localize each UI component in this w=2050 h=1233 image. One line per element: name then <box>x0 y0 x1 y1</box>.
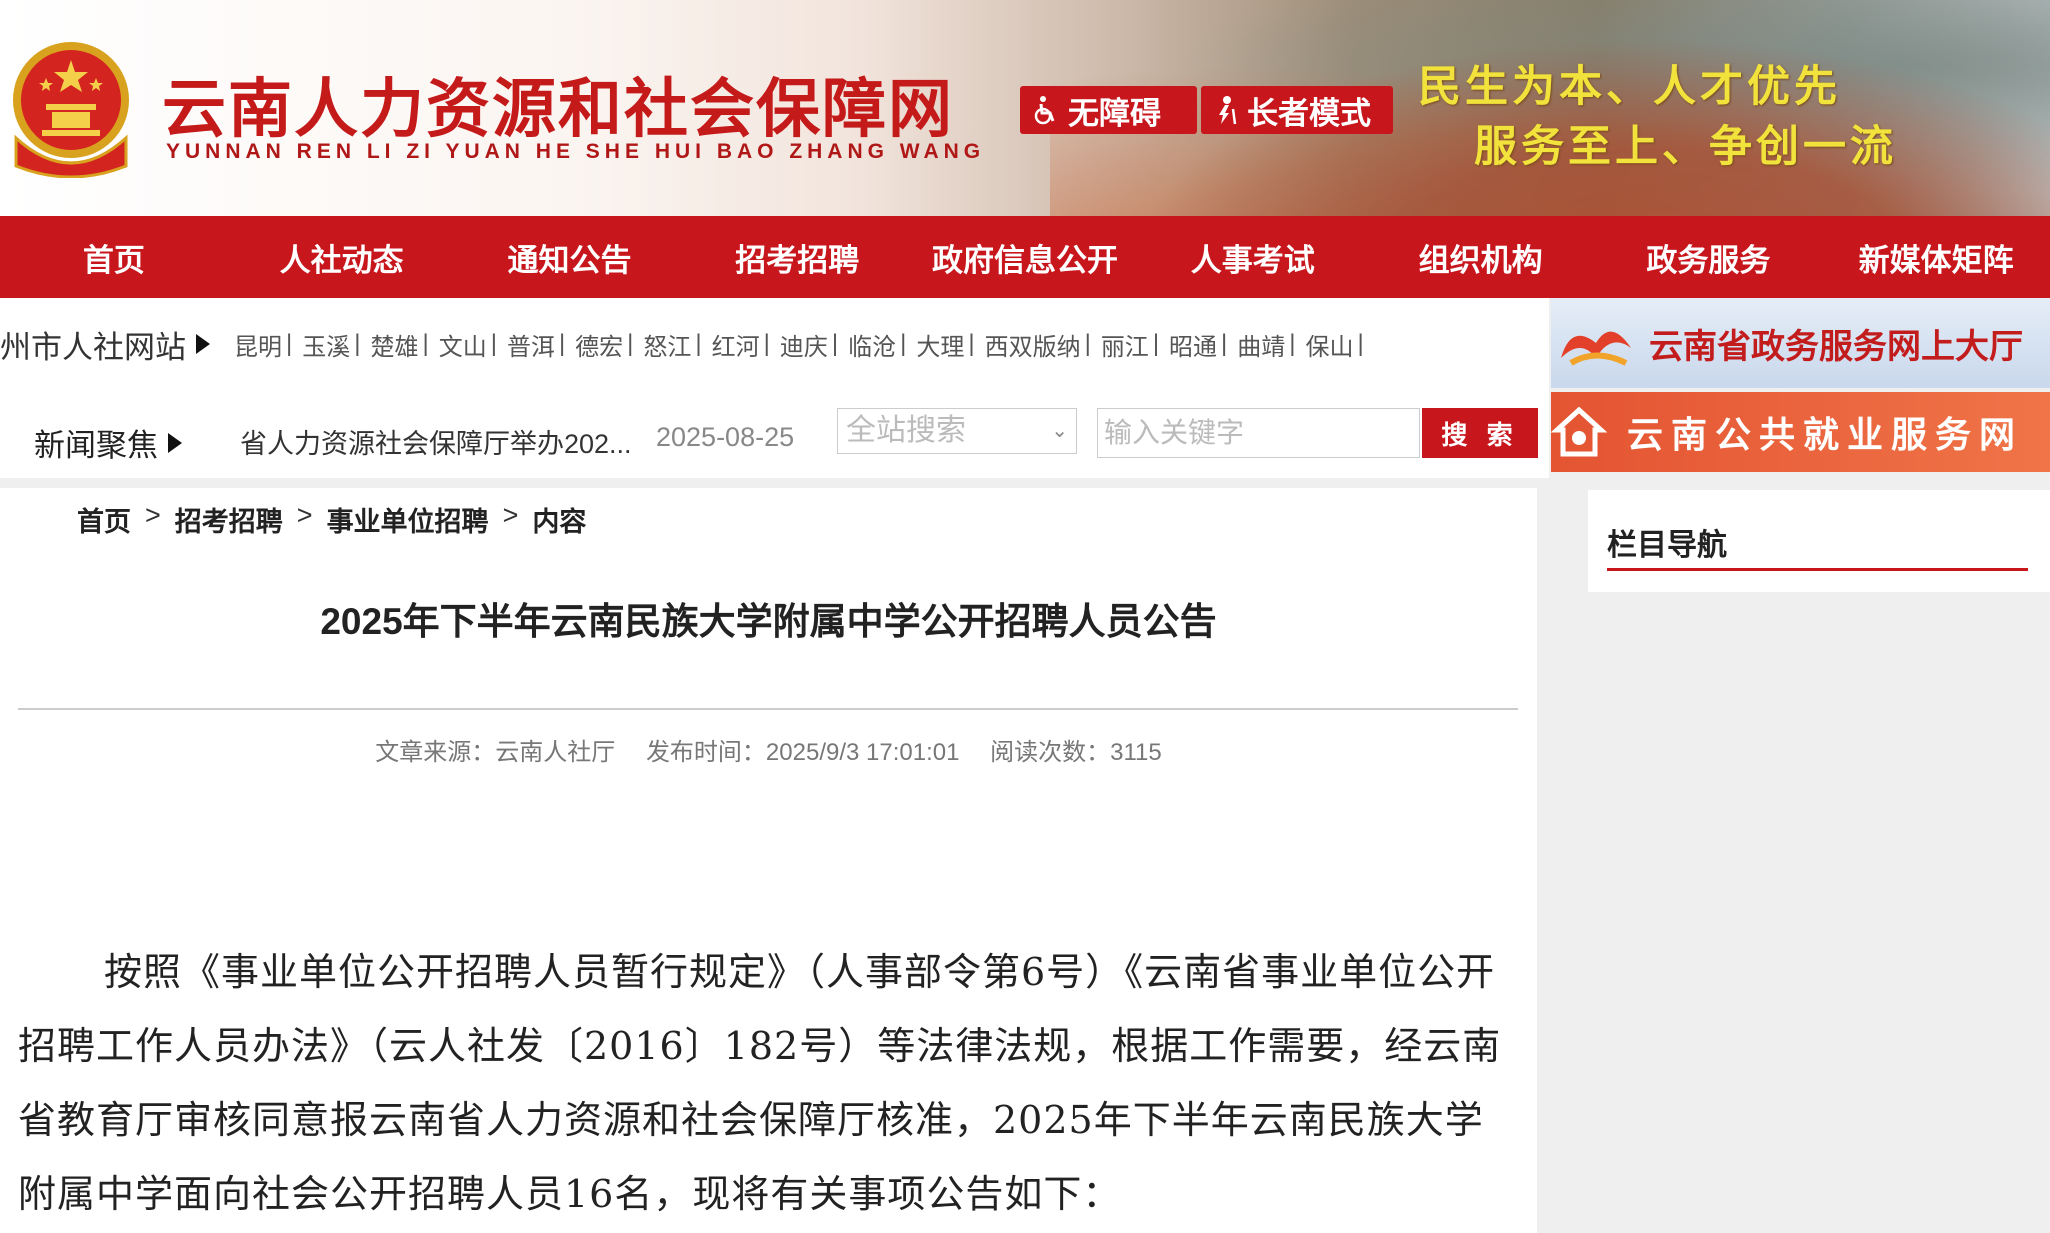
slogan-line-1: 民生为本、人才优先 <box>1418 62 1841 112</box>
city-link-qujing[interactable]: 曲靖 <box>1237 327 1285 362</box>
elder-mode-label: 长者模式 <box>1247 95 1371 131</box>
accessibility-button[interactable]: 无障碍 <box>1020 86 1197 134</box>
city-sites-bar: 州市人社网站 昆明 | 玉溪 | 楚雄 | 文山 | 普洱 | 德宏 | 怒江 | 红河 | 迪… <box>0 298 1549 390</box>
separator: | <box>490 330 497 357</box>
search-input[interactable] <box>1097 408 1420 458</box>
city-link-kunming[interactable]: 昆明 <box>234 327 282 362</box>
article-title: 2025年下半年云南民族大学附属中学公开招聘人员公告 <box>320 601 1217 642</box>
main-nav: 首页 人社动态 通知公告 招考招聘 政府信息公开 人事考试 组织机构 政务服务 … <box>0 216 2050 298</box>
article-body-paragraph: 按照《事业单位公开招聘人员暂行规定》（人事部令第6号）《云南省事业单位公开招聘工… <box>18 950 1502 1216</box>
city-link-honghe[interactable]: 红河 <box>712 327 760 362</box>
separator: | <box>1221 330 1228 357</box>
separator: | <box>968 330 975 357</box>
breadcrumb-home[interactable]: 首页 <box>77 500 131 539</box>
city-sites-heading: 州市人社网站 <box>0 322 234 367</box>
accessibility-label: 无障碍 <box>1068 95 1161 131</box>
article-meta: 文章来源：云南人社厅 发布时间：2025/9/3 17:01:01 阅读次数：3… <box>0 732 1537 767</box>
separator: | <box>286 330 293 357</box>
separator: | <box>627 330 634 357</box>
breadcrumb-institution-recruitment[interactable]: 事业单位招聘 <box>327 500 489 539</box>
separator: | <box>1357 330 1364 357</box>
divider <box>18 708 1518 710</box>
site-name-cn: 云南人力资源和社会保障网 <box>162 72 954 147</box>
separator: | <box>422 330 429 357</box>
city-sites-title: 州市人社网站 <box>0 329 186 365</box>
city-link-dali[interactable]: 大理 <box>916 327 964 362</box>
triangle-right-icon <box>168 432 182 453</box>
city-link-chuxiong[interactable]: 楚雄 <box>370 327 418 362</box>
home-logo-icon <box>1551 406 1607 457</box>
city-link-lijiang[interactable]: 丽江 <box>1101 327 1149 362</box>
nav-item-organization[interactable]: 组织机构 <box>1367 216 1595 298</box>
breadcrumb: 首页 > 招考招聘 > 事业单位招聘 > 内容 <box>77 500 586 539</box>
nav-item-news[interactable]: 人社动态 <box>228 216 456 298</box>
city-link-yuxi[interactable]: 玉溪 <box>302 327 350 362</box>
nav-item-recruitment[interactable]: 招考招聘 <box>683 216 911 298</box>
nav-item-gov-info[interactable]: 政府信息公开 <box>911 216 1139 298</box>
search-scope-select[interactable]: 全站搜索 ⌄ <box>837 408 1077 454</box>
news-focus-heading: 新闻聚焦 <box>34 420 182 465</box>
city-link-lincang[interactable]: 临沧 <box>848 327 896 362</box>
nav-item-services[interactable]: 政务服务 <box>1594 216 1822 298</box>
separator: | <box>1289 330 1296 357</box>
gov-service-banner-text: 云南省政务服务网上大厅 <box>1649 326 2023 367</box>
search-scope-value: 全站搜索 <box>846 414 966 447</box>
elder-icon <box>1219 96 1237 125</box>
separator: | <box>558 330 566 357</box>
elder-mode-button[interactable]: 长者模式 <box>1201 86 1393 134</box>
nav-item-home[interactable]: 首页 <box>0 216 228 298</box>
news-focus-title: 新闻聚焦 <box>34 428 158 463</box>
city-link-wenshan[interactable]: 文山 <box>439 327 487 362</box>
city-link-nujiang[interactable]: 怒江 <box>643 327 691 362</box>
separator: | <box>763 330 770 357</box>
site-name-en: YUNNAN REN LI ZI YUAN HE SHE HUI BAO ZHA… <box>166 140 986 163</box>
employment-service-banner[interactable]: 云南公共就业服务网 <box>1551 392 2050 472</box>
news-date: 2025-08-25 <box>656 422 795 452</box>
separator: | <box>1152 330 1160 357</box>
separator: | <box>1084 330 1091 357</box>
breadcrumb-separator: > <box>502 500 519 530</box>
triangle-right-icon <box>196 334 210 354</box>
gov-service-logo-icon <box>1561 331 1631 366</box>
gov-service-banner[interactable]: 云南省政务服务网上大厅 <box>1551 298 2050 388</box>
breadcrumb-separator: > <box>296 500 313 530</box>
separator: | <box>695 330 702 357</box>
article-source: 文章来源：云南人社厅 <box>375 739 616 766</box>
sidebar-title-underline <box>1607 568 2028 571</box>
separator: | <box>831 330 839 357</box>
breadcrumb-separator: > <box>145 500 161 530</box>
separator: | <box>354 330 361 357</box>
city-link-baoshan[interactable]: 保山 <box>1306 327 1354 362</box>
chevron-down-icon: ⌄ <box>1051 420 1068 442</box>
wheelchair-icon <box>1034 96 1055 125</box>
site-header: 云南人力资源和社会保障网 YUNNAN REN LI ZI YUAN HE SH… <box>0 0 2050 216</box>
city-link-zhaotong[interactable]: 昭通 <box>1169 327 1217 362</box>
national-emblem-icon <box>13 42 129 178</box>
breadcrumb-current: 内容 <box>532 507 587 537</box>
search-button[interactable]: 搜 索 <box>1422 408 1538 458</box>
article-publish-time: 发布时间：2025/9/3 17:01:01 <box>645 739 960 766</box>
nav-item-exams[interactable]: 人事考试 <box>1139 216 1367 298</box>
separator: | <box>900 330 907 357</box>
city-link-diqing[interactable]: 迪庆 <box>780 327 828 362</box>
slogan-line-2: 服务至上、争创一流 <box>1474 122 1897 172</box>
nav-item-new-media[interactable]: 新媒体矩阵 <box>1822 216 2050 298</box>
city-link-dehong[interactable]: 德宏 <box>575 327 623 362</box>
breadcrumb-recruitment[interactable]: 招考招聘 <box>175 500 283 539</box>
article-view-count: 阅读次数：3115 <box>990 739 1162 766</box>
sidebar-title: 栏目导航 <box>1607 529 1727 562</box>
employment-banner-text: 云南公共就业服务网 <box>1627 414 2024 455</box>
city-link-xishuangbanna[interactable]: 西双版纳 <box>985 327 1081 362</box>
nav-item-notices[interactable]: 通知公告 <box>456 216 684 298</box>
city-link-puer[interactable]: 普洱 <box>507 327 555 362</box>
news-headline-link[interactable]: 省人力资源社会保障厅举办202... <box>240 422 632 461</box>
